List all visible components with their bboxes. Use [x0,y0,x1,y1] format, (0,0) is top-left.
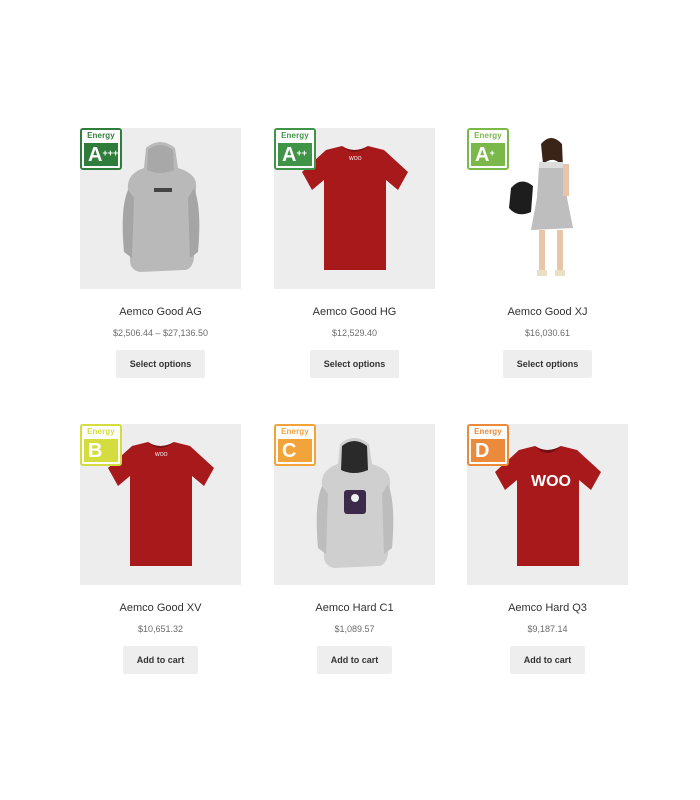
product-grid: Energy A+++ Aemco Good AG $2,506.44 – $2… [0,0,700,800]
energy-rating-badge: Energy D [467,424,509,466]
add-to-cart-button[interactable]: Add to cart [122,646,199,674]
add-to-cart-button[interactable]: Add to cart [509,646,586,674]
product-title[interactable]: Aemco Hard Q3 [508,602,587,614]
energy-class: C [278,439,312,462]
product-price: $1,089.57 [334,624,375,634]
product-price: $2,506.44 – $27,136.50 [112,328,209,338]
product-card: WOO Energy A++ Aemco Good HG $12,529.40 … [274,128,435,378]
energy-rating-badge: Energy C [274,424,316,466]
product-price: $12,529.40 [331,328,378,338]
energy-class: D [471,439,505,462]
product-card: Energy C Aemco Hard C1 $1,089.57 Add to … [274,424,435,674]
product-title[interactable]: Aemco Hard C1 [315,602,393,614]
energy-label: Energy [82,130,120,141]
product-image[interactable]: Energy A+ [467,128,628,289]
energy-label: Energy [276,130,314,141]
energy-class: A++ [278,143,312,166]
product-image[interactable]: WOO Energy A++ [274,128,435,289]
energy-rating-badge: Energy A+++ [80,128,122,170]
product-image[interactable]: WOO Energy D [467,424,628,585]
energy-class: A+++ [84,143,118,166]
product-title[interactable]: Aemco Good AG [119,306,202,318]
product-price: $9,187.14 [527,624,568,634]
product-title[interactable]: Aemco Good XV [120,602,202,614]
energy-rating-badge: Energy A++ [274,128,316,170]
product-price: $10,651.32 [137,624,184,634]
product-title[interactable]: Aemco Good HG [313,306,397,318]
product-card: WOO Energy B Aemco Good XV $10,651.32 Ad… [80,424,241,674]
energy-class: A+ [471,143,505,166]
svg-text:WOO: WOO [155,452,168,458]
energy-label: Energy [82,426,120,437]
select-options-button[interactable]: Select options [502,350,593,378]
product-title[interactable]: Aemco Good XJ [507,306,587,318]
svg-text:WOO: WOO [531,473,571,490]
energy-rating-badge: Energy B [80,424,122,466]
energy-label: Energy [276,426,314,437]
product-card: Energy A+ Aemco Good XJ $16,030.61 Selec… [467,128,628,378]
select-options-button[interactable]: Select options [309,350,400,378]
energy-rating-badge: Energy A+ [467,128,509,170]
product-price: $16,030.61 [524,328,571,338]
product-image[interactable]: WOO Energy B [80,424,241,585]
energy-class: B [84,439,118,462]
add-to-cart-button[interactable]: Add to cart [316,646,393,674]
product-card: WOO Energy D Aemco Hard Q3 $9,187.14 Add… [467,424,628,674]
select-options-button[interactable]: Select options [115,350,206,378]
energy-label: Energy [469,426,507,437]
energy-label: Energy [469,130,507,141]
product-image[interactable]: Energy A+++ [80,128,241,289]
product-image[interactable]: Energy C [274,424,435,585]
product-card: Energy A+++ Aemco Good AG $2,506.44 – $2… [80,128,241,378]
svg-text:WOO: WOO [349,156,362,162]
